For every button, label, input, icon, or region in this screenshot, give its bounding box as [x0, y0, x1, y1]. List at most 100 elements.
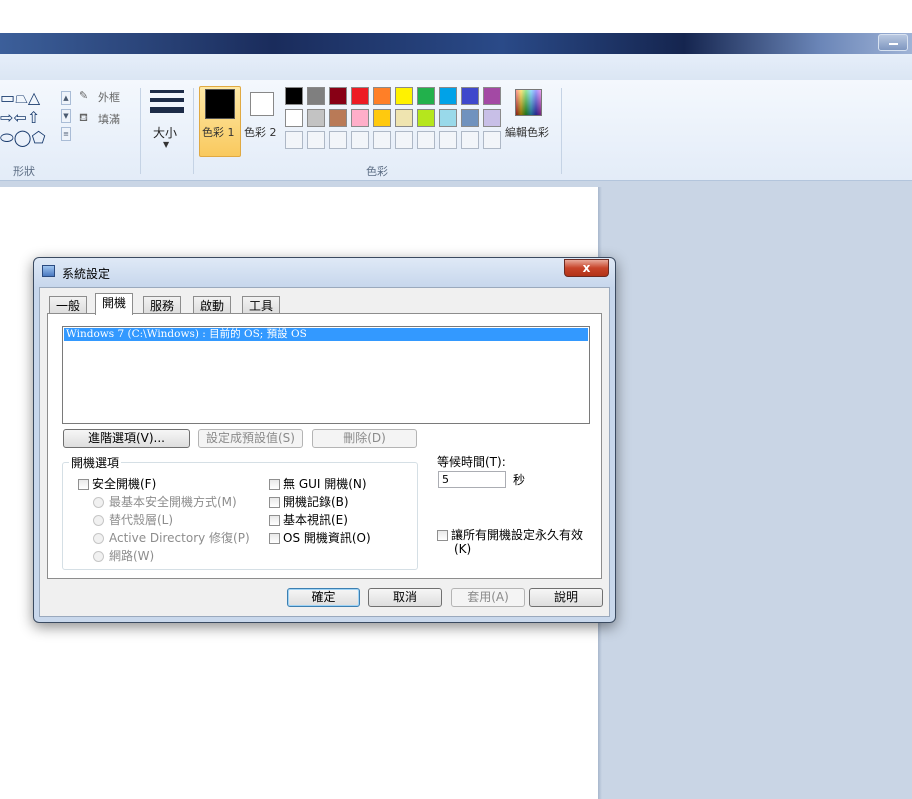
safe-alternate-shell-label: 替代殼層(L) [109, 513, 174, 527]
shapes-row-3-icon[interactable]: ⬭◯⬠ [0, 130, 45, 146]
checkbox-icon [78, 479, 89, 490]
apply-button[interactable]: 套用(A) [451, 588, 525, 607]
safe-boot-checkbox[interactable]: 安全開機(F) [78, 477, 156, 491]
color1-label: 色彩 1 [202, 126, 235, 139]
no-gui-boot-label: 無 GUI 開機(N) [283, 477, 367, 491]
timeout-unit: 秒 [513, 473, 526, 487]
palette-color-swatch[interactable] [417, 109, 435, 127]
radio-icon [93, 497, 104, 508]
palette-color-swatch[interactable] [307, 109, 325, 127]
palette-custom-swatch[interactable] [417, 131, 435, 149]
os-list[interactable]: Windows 7 (C:\Windows) : 目前的 OS; 預設 OS [62, 326, 590, 424]
palette-custom-swatch[interactable] [373, 131, 391, 149]
size-button[interactable]: 大小 [153, 124, 177, 141]
help-button[interactable]: 說明 [529, 588, 603, 607]
delete-button[interactable]: 刪除(D) [312, 429, 417, 448]
palette-color-swatch[interactable] [351, 109, 369, 127]
palette-color-swatch[interactable] [461, 109, 479, 127]
palette-color-swatch[interactable] [483, 109, 501, 127]
shapes-row-2-icon[interactable]: ⇨⇦⇧ [0, 110, 40, 126]
tab-general[interactable]: 一般 [49, 296, 88, 314]
palette-color-swatch[interactable] [285, 87, 303, 105]
palette-custom-swatch[interactable] [307, 131, 325, 149]
palette-color-swatch[interactable] [329, 109, 347, 127]
outline-icon: ✎ [79, 89, 89, 102]
size-lines-icon[interactable] [150, 90, 184, 118]
checkbox-icon [269, 497, 280, 508]
permanent-label-accel: (K) [454, 542, 472, 556]
boot-log-checkbox[interactable]: 開機記錄(B) [269, 495, 349, 509]
fill-button[interactable]: 填滿 [98, 111, 120, 127]
no-gui-boot-checkbox[interactable]: 無 GUI 開機(N) [269, 477, 367, 491]
desktop-top-area [0, 0, 912, 33]
outline-button[interactable]: 外框 [98, 89, 120, 105]
tab-tools[interactable]: 工具 [242, 296, 281, 314]
cancel-button[interactable]: 取消 [368, 588, 442, 607]
tab-boot[interactable]: 開機 [95, 293, 134, 315]
color2-label: 色彩 2 [244, 126, 277, 139]
palette-color-swatch[interactable] [373, 87, 391, 105]
edit-colors-icon[interactable] [515, 89, 542, 116]
palette-custom-swatch[interactable] [483, 131, 501, 149]
palette-custom-swatch[interactable] [395, 131, 413, 149]
shapes-scroll-up-icon[interactable]: ▲ [61, 91, 71, 105]
close-button[interactable]: x [564, 259, 609, 277]
fill-icon: ⛾ [79, 111, 88, 124]
minimize-button[interactable] [878, 34, 908, 51]
checkbox-icon [437, 530, 448, 541]
safe-ad-repair-radio[interactable]: Active Directory 修復(P) [93, 531, 250, 545]
shapes-scroll-down-icon[interactable]: ▼ [61, 109, 71, 123]
dialog-client-area: 一般 開機 服務 啟動 工具 Windows 7 (C:\Windows) : … [39, 287, 610, 617]
checkbox-icon [269, 515, 280, 526]
safe-minimal-radio[interactable]: 最基本安全開機方式(M) [93, 495, 237, 509]
base-video-checkbox[interactable]: 基本視訊(E) [269, 513, 348, 527]
palette-color-swatch[interactable] [329, 87, 347, 105]
palette-color-swatch[interactable] [373, 109, 391, 127]
radio-icon [93, 533, 104, 544]
shapes-row-1-icon[interactable]: ▭⏢△ [0, 90, 40, 106]
base-video-label: 基本視訊(E) [283, 513, 348, 527]
boot-tab-panel: Windows 7 (C:\Windows) : 目前的 OS; 預設 OS 進… [47, 313, 602, 579]
safe-alternate-shell-radio[interactable]: 替代殼層(L) [93, 513, 173, 527]
permanent-checkbox[interactable]: 讓所有開機設定永久有效 [437, 528, 583, 542]
os-list-item-selected[interactable]: Windows 7 (C:\Windows) : 目前的 OS; 預設 OS [64, 328, 588, 341]
palette-color-swatch[interactable] [351, 87, 369, 105]
palette-color-swatch[interactable] [439, 109, 457, 127]
shapes-expand-icon[interactable]: ≡ [61, 127, 71, 141]
palette-color-swatch[interactable] [483, 87, 501, 105]
msconfig-icon [42, 265, 55, 277]
palette-custom-swatch[interactable] [329, 131, 347, 149]
palette-color-swatch[interactable] [395, 109, 413, 127]
edit-colors-button[interactable]: 編輯色彩 [505, 124, 549, 140]
ok-button[interactable]: 確定 [287, 588, 360, 607]
safe-network-radio[interactable]: 網路(W) [93, 549, 154, 563]
timeout-input[interactable]: 5 [438, 471, 506, 488]
size-dropdown-icon: ▼ [163, 140, 170, 149]
shapes-group-label: 形狀 [13, 165, 35, 178]
palette-custom-swatch[interactable] [285, 131, 303, 149]
palette-color-swatch[interactable] [439, 87, 457, 105]
palette-color-swatch[interactable] [395, 87, 413, 105]
palette-color-swatch[interactable] [307, 87, 325, 105]
palette-custom-swatch[interactable] [461, 131, 479, 149]
tab-startup[interactable]: 啟動 [193, 296, 232, 314]
radio-icon [93, 551, 104, 562]
palette-color-swatch[interactable] [417, 87, 435, 105]
color2-button[interactable] [250, 92, 274, 116]
color1-swatch [205, 89, 235, 119]
system-config-dialog: 系統設定 x 一般 開機 服務 啟動 工具 Windows 7 (C:\Wind… [33, 257, 616, 623]
palette-custom-swatch[interactable] [351, 131, 369, 149]
dialog-title: 系統設定 [62, 267, 111, 281]
ribbon-tab-strip [0, 54, 912, 81]
safe-network-label: 網路(W) [109, 549, 155, 563]
ribbon-separator [561, 88, 562, 174]
advanced-options-button[interactable]: 進階選項(V)... [63, 429, 190, 448]
os-boot-info-label: OS 開機資訊(O) [283, 531, 371, 545]
safe-ad-repair-label: Active Directory 修復(P) [109, 531, 250, 545]
palette-color-swatch[interactable] [461, 87, 479, 105]
os-boot-info-checkbox[interactable]: OS 開機資訊(O) [269, 531, 371, 545]
set-default-button[interactable]: 設定成預設值(S) [198, 429, 303, 448]
tab-services[interactable]: 服務 [143, 296, 182, 314]
palette-custom-swatch[interactable] [439, 131, 457, 149]
palette-color-swatch[interactable] [285, 109, 303, 127]
